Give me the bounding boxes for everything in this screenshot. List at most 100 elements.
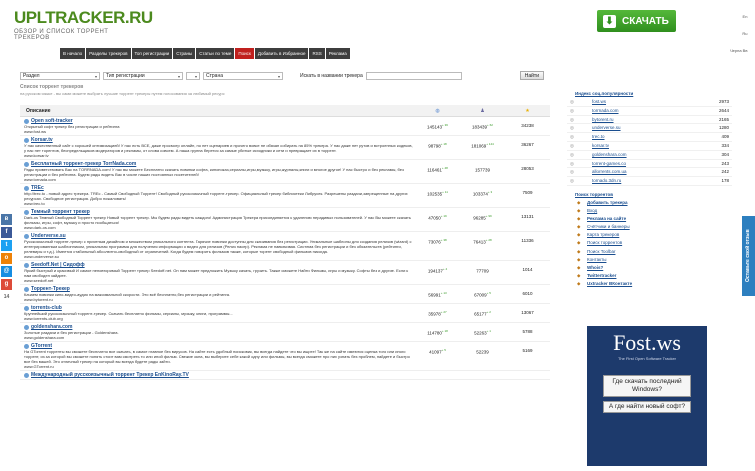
nav-rss[interactable]: RSS xyxy=(309,48,325,59)
sidebar-link[interactable]: ◆ Контакты xyxy=(567,256,732,264)
country-select[interactable]: Страна ▾ xyxy=(203,71,283,80)
sidebar-link[interactable]: ◆ Поиск Toolbar xyxy=(567,248,732,256)
popularity-site-link[interactable]: underverse.su xyxy=(577,124,710,132)
tracker-favicon-icon xyxy=(24,305,29,311)
popularity-site-link[interactable]: fost.ws xyxy=(577,98,710,106)
tracker-url[interactable]: www.goldenshara.com xyxy=(24,335,415,340)
lang-other[interactable]: Черна Вв xyxy=(730,42,747,59)
tracker-row: torrents-club Крупнейший русскоязычный то… xyxy=(20,304,550,323)
popularity-site-link[interactable]: torrent-games.co xyxy=(577,160,710,168)
nav-search[interactable]: Поиск xyxy=(235,48,254,59)
ad-button-soft[interactable]: А где найти новый софт? xyxy=(603,401,691,413)
popularity-site-link[interactable]: bytorent.ru xyxy=(577,116,710,124)
mailru-icon[interactable]: @ xyxy=(1,266,12,277)
nav-favorites[interactable]: Добавить в Избранное xyxy=(254,48,309,59)
tracker-name-link[interactable]: Международный русскоязычный торрент Трек… xyxy=(24,372,415,378)
table-header: Описание ◍ ♟ ★ xyxy=(20,105,550,117)
tracker-url[interactable]: www.trec.to xyxy=(24,201,415,206)
popularity-site-link[interactable]: trec.to xyxy=(577,133,710,141)
tracker-url[interactable]: www.dark-os.com xyxy=(24,225,415,230)
popularity-row: ◎ torrnada.com 2644 xyxy=(567,107,732,116)
fost-ad-banner[interactable]: Fost.ws The First Open Software Tracker … xyxy=(587,326,707,466)
col-desc: Описание xyxy=(26,107,51,114)
sidebar-link[interactable]: ◆ Uxtracker ВКонтакте xyxy=(567,280,732,288)
popularity-row: ◎ tornado.3dn.ru 178 xyxy=(567,177,732,186)
popularity-site-link[interactable]: goldenshara.com xyxy=(577,151,710,159)
tracker-favicon-icon xyxy=(24,233,29,239)
sidebar-link[interactable]: ◆ Добавить трекера xyxy=(567,199,732,207)
reg-type-select[interactable]: Тип регистрации ▾ xyxy=(103,71,183,80)
sidebar-link[interactable]: ◆ Счётчики и баннеры xyxy=(567,223,732,231)
list-title: Список торрент трекеров xyxy=(20,84,84,90)
nav-top-reg[interactable]: Топ регистрации xyxy=(131,48,173,59)
tracker-url[interactable]: www.torrents-club.org xyxy=(24,316,415,321)
nav-articles[interactable]: Статьи по теме xyxy=(196,48,235,59)
vk-icon[interactable]: в xyxy=(1,214,12,225)
twitter-icon[interactable]: t xyxy=(1,240,12,251)
google-icon[interactable]: g xyxy=(1,279,12,290)
tracker-url[interactable]: www.underverse.su xyxy=(24,254,415,259)
popularity-score: 1280 xyxy=(718,125,729,131)
sidebar-link[interactable]: ◆ Поиск торрентов xyxy=(567,239,732,247)
popularity-score: 242 xyxy=(721,169,729,175)
facebook-icon[interactable]: f xyxy=(1,227,12,238)
col-users-icon[interactable]: ♟ xyxy=(460,108,505,114)
popularity-site-link[interactable]: allorrents.com.ua xyxy=(577,168,710,176)
users-value: 157739 xyxy=(474,167,491,173)
nav-ads[interactable]: Реклама xyxy=(325,48,350,59)
col-rating-star-icon[interactable]: ★ xyxy=(505,108,550,114)
popularity-title[interactable]: Индекс соц.популярности xyxy=(575,91,732,96)
visits-value: 98798+ 18 xyxy=(428,142,447,149)
popularity-score: 178 xyxy=(721,178,729,184)
users-value: 52263+ 1 xyxy=(474,329,491,336)
nav-countries[interactable]: Страны xyxy=(173,48,196,59)
popularity-site-link[interactable]: tornado.3dn.ru xyxy=(577,177,710,185)
sidebar-link[interactable]: ◆ Whois? xyxy=(567,264,732,272)
odnoklassniki-icon[interactable]: о xyxy=(1,253,12,264)
site-logo[interactable]: UPLTRACKER.RU ОБЗОР И СПИСОК ТОРРЕНТ ТРЕ… xyxy=(14,8,153,41)
sidebar-link[interactable]: ◆ Twittertracker xyxy=(567,272,732,280)
nav-home[interactable]: В начало xyxy=(60,48,86,59)
download-button[interactable]: ⬇ СКАЧАТЬ xyxy=(597,10,676,32)
tracker-info: Бесплатный торрент-трекер TorrNada.com Ра… xyxy=(20,161,415,182)
tracker-url[interactable]: www.seedoff.net xyxy=(24,278,415,283)
tracker-info: Seedoff.Net | Сидофф Яркий быстрый и крас… xyxy=(20,262,415,283)
link-bullet-icon: ◆ xyxy=(577,199,581,205)
tracker-url[interactable]: www.korsar.tv xyxy=(24,153,415,158)
link-bullet-icon: ◆ xyxy=(577,272,581,278)
ad-button-windows[interactable]: Где скачать последний Windows? xyxy=(603,375,691,397)
tracker-row: Бесплатный торрент-трекер TorrNada.com Ра… xyxy=(20,160,550,184)
popularity-site-link[interactable]: korsar.tv xyxy=(577,142,710,150)
search-label: Искать в названии трекера xyxy=(300,72,363,79)
sidebar-link[interactable]: ◆ Реклама на сайте xyxy=(567,215,732,223)
find-button[interactable]: Найти xyxy=(519,71,545,80)
tracker-url[interactable]: www.tornada.com xyxy=(24,177,415,182)
tracker-url[interactable]: www.GTorrent.ru xyxy=(24,364,415,369)
rating-value: 28053 xyxy=(521,166,534,171)
rating-value: 11336 xyxy=(521,238,534,243)
lang-select[interactable]: ▾ xyxy=(186,71,200,80)
visits-value xyxy=(415,372,460,378)
language-switcher: En Ru Черна Вв xyxy=(730,8,747,59)
users-value: 77709 xyxy=(476,268,489,274)
lang-ru[interactable]: Ru xyxy=(730,25,747,42)
section-select[interactable]: Раздел ▾ xyxy=(20,71,100,80)
tracker-url[interactable]: www.bytorent.ru xyxy=(24,297,415,302)
col-visits-icon[interactable]: ◍ xyxy=(415,108,460,114)
feedback-tab[interactable]: Оставьте свой отзыв xyxy=(742,216,755,296)
tracker-description: Русскоязычный торрент-трекер с приятным … xyxy=(24,239,412,254)
lang-en[interactable]: En xyxy=(730,8,748,25)
search-torrents-title[interactable]: Поиск торрентов xyxy=(575,192,732,197)
search-input[interactable] xyxy=(365,71,462,80)
users-value: 183439+ 62 xyxy=(472,123,493,130)
popularity-site-link[interactable]: torrnada.com xyxy=(577,107,710,115)
visits-value: 116461+ 48 xyxy=(427,166,448,173)
tracker-row: Seedoff.Net | Сидофф Яркий быстрый и крас… xyxy=(20,261,550,285)
tracker-url[interactable]: www.fost.ws xyxy=(24,129,415,134)
nav-sections[interactable]: Разделы трекеров xyxy=(86,48,131,59)
sidebar-link[interactable]: ◆ Вход xyxy=(567,207,732,215)
tracker-favicon-icon xyxy=(24,324,29,330)
site-favicon-icon: ◎ xyxy=(570,151,574,157)
tracker-info: TREc http://trec.to - новый адрес трекера… xyxy=(20,185,415,206)
sidebar-link[interactable]: ◆ Карта трекеров xyxy=(567,231,732,239)
